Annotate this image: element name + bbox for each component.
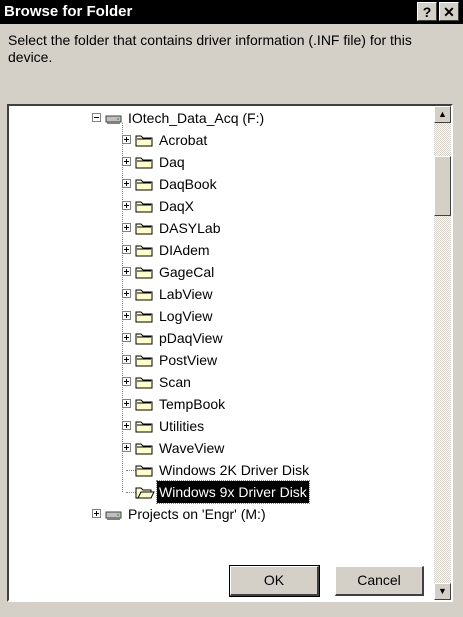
vertical-scrollbar[interactable]: ▲ ▼ [434, 106, 451, 600]
folder-label[interactable]: DIAdem [157, 239, 212, 261]
tree-next-drive-label[interactable]: Projects on 'Engr' (M:) [126, 503, 268, 525]
folder-icon [135, 333, 153, 345]
tree-folder-row[interactable]: DASYLab [9, 217, 425, 239]
folder-icon [135, 355, 153, 367]
tree-folder-row[interactable]: pDaqView [9, 327, 425, 349]
folder-icon [135, 377, 153, 389]
tree-folder-row[interactable]: Daq [9, 151, 425, 173]
folder-label[interactable]: TempBook [157, 393, 227, 415]
folder-tree[interactable]: IOtech_Data_Acq (F:) Acrobat Daq DaqBook Daq… [7, 104, 453, 602]
expand-icon[interactable] [122, 333, 131, 342]
folder-icon [135, 443, 153, 455]
folder-label[interactable]: Scan [157, 371, 193, 393]
network-drive-icon [105, 511, 122, 520]
scroll-down-button[interactable]: ▼ [434, 583, 451, 600]
help-button[interactable]: ? [417, 2, 437, 21]
expand-icon[interactable] [122, 289, 131, 298]
folder-label[interactable]: Windows 2K Driver Disk [157, 459, 311, 481]
expand-icon[interactable] [122, 201, 131, 210]
folder-label[interactable]: Acrobat [157, 129, 209, 151]
tree-folder-row[interactable]: Windows 9x Driver Disk [9, 480, 425, 504]
cancel-button[interactable]: Cancel [335, 566, 424, 596]
tree-folder-row[interactable]: Acrobat [9, 129, 425, 151]
tree-root-expander[interactable] [92, 113, 101, 122]
title-bar[interactable]: Browse for Folder ? ✕ [0, 0, 463, 24]
expand-icon[interactable] [122, 267, 131, 276]
folder-label[interactable]: pDaqView [157, 327, 225, 349]
expand-icon[interactable] [122, 179, 131, 188]
tree-folder-row[interactable]: TempBook [9, 393, 425, 415]
expand-icon[interactable] [122, 443, 131, 452]
tree-root-label[interactable]: IOtech_Data_Acq (F:) [126, 107, 266, 129]
folder-icon [135, 289, 153, 301]
network-drive-icon [105, 115, 122, 124]
folder-icon [135, 223, 153, 235]
tree-folder-row[interactable]: GageCal [9, 261, 425, 283]
folder-icon [135, 421, 153, 433]
expand-icon[interactable] [122, 355, 131, 364]
expand-icon[interactable] [122, 311, 131, 320]
expand-icon[interactable] [122, 135, 131, 144]
folder-icon [135, 465, 153, 477]
expand-icon[interactable] [122, 399, 131, 408]
folder-label[interactable]: LabView [157, 283, 214, 305]
open-folder-icon [135, 487, 155, 499]
close-button[interactable]: ✕ [439, 2, 459, 21]
expand-icon[interactable] [122, 157, 131, 166]
tree-folder-row[interactable]: DaqBook [9, 173, 425, 195]
tree-folder-row[interactable]: Scan [9, 371, 425, 393]
window-title: Browse for Folder [4, 3, 133, 20]
instruction-text: Select the folder that contains driver i… [8, 32, 412, 65]
ok-button[interactable]: OK [229, 565, 320, 597]
folder-icon [135, 311, 153, 323]
scroll-thumb[interactable] [434, 156, 451, 216]
folder-label[interactable]: DASYLab [157, 217, 222, 239]
expand-icon[interactable] [122, 421, 131, 430]
folder-label[interactable]: DaqBook [157, 173, 219, 195]
folder-label[interactable]: GageCal [157, 261, 216, 283]
folder-label[interactable]: Daq [157, 151, 187, 173]
tree-folder-row[interactable]: WaveView [9, 437, 425, 459]
folder-label[interactable]: LogView [157, 305, 214, 327]
scroll-up-button[interactable]: ▲ [434, 106, 451, 123]
folder-icon [135, 179, 153, 191]
folder-icon [135, 157, 153, 169]
folder-tree-content: IOtech_Data_Acq (F:) Acrobat Daq DaqBook Daq… [9, 106, 425, 600]
expand-icon[interactable] [122, 245, 131, 254]
tree-folder-row[interactable]: LabView [9, 283, 425, 305]
folder-label[interactable]: Utilities [157, 415, 206, 437]
expand-icon[interactable] [122, 377, 131, 386]
folder-icon [135, 267, 153, 279]
tree-folder-row[interactable]: Utilities [9, 415, 425, 437]
folder-icon [135, 135, 153, 147]
folder-label[interactable]: WaveView [157, 437, 226, 459]
folder-label[interactable]: DaqX [157, 195, 196, 217]
tree-folder-row[interactable]: Windows 2K Driver Disk [9, 459, 425, 481]
tree-folder-row[interactable]: DaqX [9, 195, 425, 217]
tree-folder-row[interactable]: PostView [9, 349, 425, 371]
folder-icon [135, 245, 153, 257]
tree-folder-row[interactable]: DIAdem [9, 239, 425, 261]
folder-label[interactable]: PostView [157, 349, 219, 371]
folder-icon [135, 201, 153, 213]
tree-next-drive-expander[interactable] [92, 509, 101, 518]
tree-folder-row[interactable]: LogView [9, 305, 425, 327]
expand-icon[interactable] [122, 223, 131, 232]
folder-icon [135, 399, 153, 411]
selected-folder-label[interactable]: Windows 9x Driver Disk [156, 480, 310, 504]
